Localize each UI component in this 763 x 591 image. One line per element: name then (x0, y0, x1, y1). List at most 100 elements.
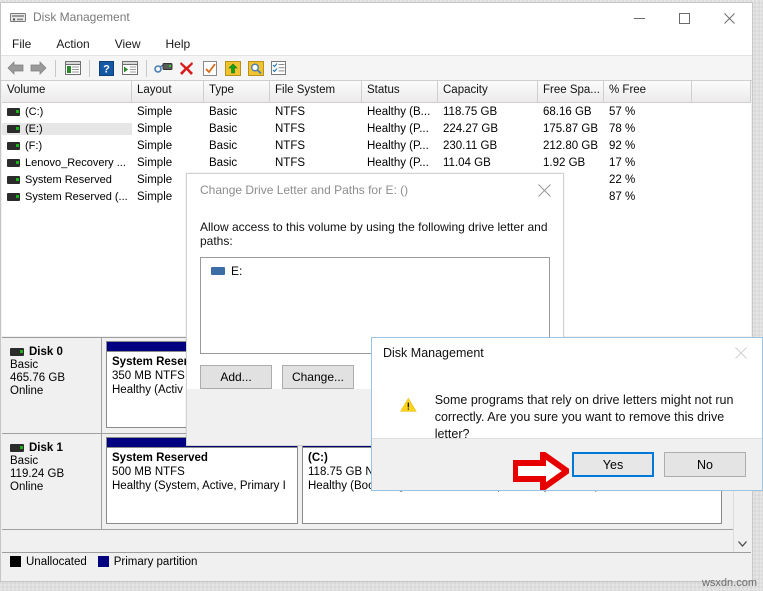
cell-volume[interactable]: (C:) (2, 106, 132, 118)
minimize-button[interactable] (617, 3, 662, 33)
disk-state: Online (10, 481, 44, 493)
show-action-pane-icon[interactable] (268, 58, 289, 78)
cell-capacity: 224.27 GB (443, 122, 498, 135)
column-header-type[interactable]: Type (204, 81, 270, 102)
cell-file-system: NTFS (275, 122, 306, 135)
toolbar-separator (55, 59, 56, 77)
cell-file-system: NTFS (275, 156, 306, 169)
confirm-dialog-body: Some programs that rely on drive letters… (372, 368, 762, 443)
partition-block[interactable]: System Reserved 500 MB NTFS Healthy (Syste… (106, 437, 298, 524)
disk-info[interactable]: Disk 1 Basic 119.24 GB Online (2, 434, 102, 529)
cell-percent-free: 78 % (609, 122, 636, 135)
column-header-filler[interactable] (692, 81, 751, 102)
toolbar-separator (146, 59, 147, 77)
back-arrow-icon[interactable] (5, 58, 26, 78)
cell-status: Healthy (B... (367, 105, 431, 118)
menu-bar: File Action View Help (1, 33, 752, 55)
volume-icon (7, 124, 20, 133)
column-header-file-system[interactable]: File System (270, 81, 362, 102)
disk-info[interactable]: Disk 0 Basic 465.76 GB Online (2, 338, 102, 433)
table-row[interactable]: (C:) Simple Basic NTFS Healthy (B... 118.75 G… (2, 103, 751, 120)
no-button[interactable]: No (664, 452, 746, 477)
change-button[interactable]: Change... (282, 365, 354, 389)
confirm-dialog-title-bar[interactable]: Disk Management (372, 338, 762, 368)
cell-layout: Simple (137, 139, 173, 152)
menu-item-help[interactable]: Help (164, 35, 202, 53)
table-row[interactable]: Lenovo_Recovery ... Simple Basic NTFS Health… (2, 154, 751, 171)
svg-text:?: ? (103, 63, 110, 75)
legend-swatch-primary (97, 556, 109, 567)
legend-swatch-unallocated (10, 556, 21, 567)
column-header-free-space[interactable]: Free Spa... (538, 81, 604, 102)
confirm-dialog-title: Disk Management (383, 346, 484, 360)
close-icon[interactable] (726, 342, 756, 364)
confirm-remove-drive-letter-dialog: Disk Management Some programs that rely … (371, 337, 763, 491)
cell-layout: Simple (137, 105, 173, 118)
disk-name: Disk 1 (10, 442, 101, 454)
yes-button[interactable]: Yes (572, 452, 654, 477)
list-item[interactable]: E: (211, 264, 549, 278)
confirm-dialog-message: Some programs that rely on drive letters… (434, 393, 734, 441)
delete-icon[interactable] (176, 58, 197, 78)
confirm-dialog-footer: Yes No (372, 438, 762, 490)
refresh-icon[interactable] (199, 58, 220, 78)
window-title-bar[interactable]: Disk Management (1, 3, 752, 33)
forward-arrow-icon[interactable] (28, 58, 49, 78)
menu-item-view[interactable]: View (113, 35, 152, 53)
volume-icon (7, 158, 20, 167)
cell-volume[interactable]: Lenovo_Recovery ... (2, 157, 132, 169)
toolbar-separator (89, 59, 90, 77)
properties-icon[interactable] (153, 58, 174, 78)
cell-percent-free: 17 % (609, 156, 636, 169)
dialog-title-bar[interactable]: Change Drive Letter and Paths for E: () (187, 174, 563, 206)
disk-name-label: Disk 1 (29, 442, 63, 454)
cell-layout: Simple (137, 122, 173, 135)
show-hide-console-tree-icon[interactable] (119, 58, 140, 78)
cell-status: Healthy (P... (367, 122, 429, 135)
volume-icon (7, 192, 20, 201)
cell-volume[interactable]: (E:) (2, 122, 132, 135)
warning-triangle-icon (400, 397, 417, 412)
column-header-capacity[interactable]: Capacity (438, 81, 538, 102)
partition-status: Healthy (System, Active, Primary I (112, 480, 286, 492)
cell-volume-label: (F:) (25, 139, 43, 152)
partition-size: 500 MB NTFS (112, 466, 185, 478)
cell-volume-label: (C:) (25, 105, 44, 118)
legend-label-unallocated: Unallocated (26, 555, 87, 568)
cell-volume[interactable]: System Reserved (2, 174, 132, 186)
table-row[interactable]: (E:) Simple Basic NTFS Healthy (P... 224.27 G… (2, 120, 751, 137)
maximize-button[interactable] (662, 3, 707, 33)
column-header-layout[interactable]: Layout (132, 81, 204, 102)
disk-icon (10, 348, 24, 356)
column-header-status[interactable]: Status (362, 81, 438, 102)
up-one-level-icon[interactable] (62, 58, 83, 78)
help-icon[interactable]: ? (96, 58, 117, 78)
cell-volume-label: (E:) (25, 122, 43, 135)
dialog-body: Allow access to this volume by using the… (187, 206, 563, 354)
cell-free-space: 175.87 GB (543, 122, 598, 135)
cell-status: Healthy (P... (367, 139, 429, 152)
partition-legend: Unallocated Primary partition (2, 552, 751, 570)
table-row[interactable]: (F:) Simple Basic NTFS Healthy (P... 230.11 G… (2, 137, 751, 154)
cell-type: Basic (209, 139, 238, 152)
disk-name-label: Disk 0 (29, 346, 63, 358)
cell-percent-free: 57 % (609, 105, 636, 118)
close-button[interactable] (707, 3, 752, 33)
cell-volume[interactable]: (F:) (2, 140, 132, 152)
cell-volume-label: System Reserved (... (25, 190, 128, 203)
add-button[interactable]: Add... (200, 365, 272, 389)
menu-item-file[interactable]: File (10, 35, 42, 53)
column-header-volume[interactable]: Volume (2, 81, 132, 102)
cell-type: Basic (209, 122, 238, 135)
close-icon[interactable] (529, 178, 559, 202)
cell-layout: Simple (137, 156, 173, 169)
rescan-disks-icon[interactable] (245, 58, 266, 78)
partition-details: System Reserved 500 MB NTFS Healthy (Syste… (107, 448, 297, 493)
cell-volume[interactable]: System Reserved (... (2, 191, 132, 203)
window-controls (617, 3, 752, 33)
export-list-icon[interactable] (222, 58, 243, 78)
legend-label-primary: Primary partition (113, 555, 198, 568)
menu-item-action[interactable]: Action (54, 35, 100, 53)
column-header-percent-free[interactable]: % Free (604, 81, 692, 102)
scroll-down-arrow-icon[interactable] (734, 535, 751, 552)
